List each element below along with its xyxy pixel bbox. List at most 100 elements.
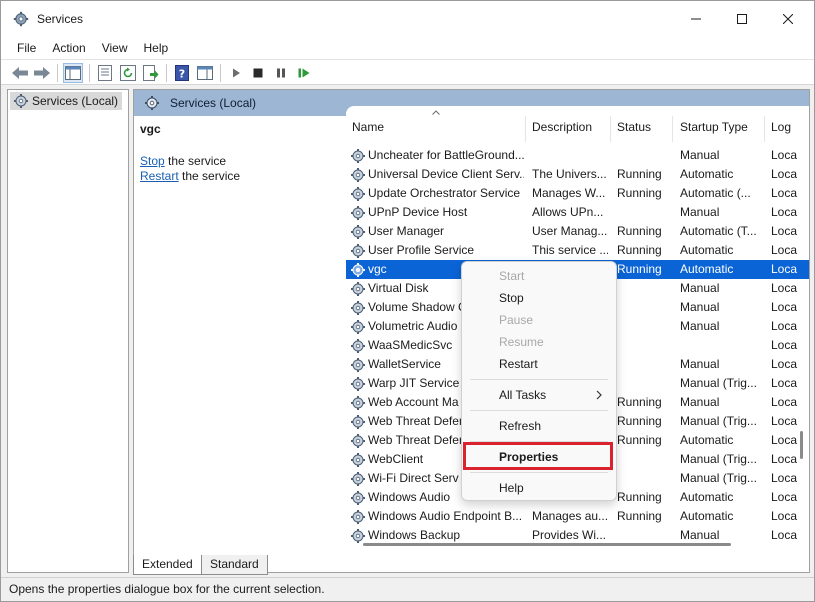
menu-action[interactable]: Action (44, 37, 93, 59)
column-header-log-on-as[interactable]: Log (771, 120, 791, 134)
table-row[interactable]: Update Orchestrator Service Manages W... R… (346, 184, 809, 203)
table-row[interactable]: Windows Audio Endpoint B... Manages au...… (346, 507, 809, 526)
forward-button[interactable] (32, 63, 52, 83)
restart-service-link[interactable]: Restart (140, 169, 179, 183)
column-header-name[interactable]: Name (352, 120, 384, 134)
tab-standard[interactable]: Standard (201, 555, 268, 575)
description-pane: vgc Stop the service Restart the service (134, 116, 346, 536)
minimize-button[interactable] (673, 1, 719, 37)
column-header-startup-type[interactable]: Startup Type (680, 120, 748, 134)
help-button[interactable]: ? (172, 63, 192, 83)
service-startup-type-cell: Automatic (680, 262, 734, 276)
table-row[interactable]: User Manager User Manag... Running Automati… (346, 222, 809, 241)
service-gear-icon (350, 376, 366, 392)
table-row[interactable]: Universal Device Client Serv... The Unive… (346, 165, 809, 184)
menu-file[interactable]: File (9, 37, 44, 59)
context-menu-refresh[interactable]: Refresh (462, 415, 616, 437)
service-name-cell: Universal Device Client Serv... (368, 167, 524, 181)
service-startup-type-cell: Manual (680, 319, 720, 333)
context-menu-restart[interactable]: Restart (462, 353, 616, 375)
start-service-button[interactable] (226, 63, 246, 83)
services-window: Services File Action View Help ? Service… (0, 0, 815, 602)
tree-item-services-local[interactable]: Services (Local) (10, 92, 123, 110)
service-log-on-cell: Loca (771, 395, 798, 409)
service-gear-icon (350, 357, 366, 373)
context-menu-help[interactable]: Help (462, 477, 616, 499)
vertical-scrollbar-thumb[interactable] (800, 431, 803, 459)
toolbar: ? (1, 59, 814, 85)
close-button[interactable] (765, 1, 811, 37)
tab-extended[interactable]: Extended (133, 555, 202, 575)
context-menu-pause[interactable]: Pause (462, 309, 616, 331)
show-hide-action-pane-button[interactable] (195, 63, 215, 83)
service-startup-type-cell: Manual (Trig... (680, 376, 757, 390)
service-status-cell: Running (617, 186, 662, 200)
context-menu-separator (470, 410, 608, 411)
view-tabs: Extended Standard (133, 555, 810, 575)
back-button[interactable] (10, 63, 30, 83)
table-row[interactable]: UPnP Device Host Allows UPn... Manual Loca (346, 203, 809, 222)
help-icon: ? (175, 65, 189, 81)
service-gear-icon (350, 452, 366, 468)
context-menu-resume[interactable]: Resume (462, 331, 616, 353)
service-startup-type-cell: Manual (680, 281, 720, 295)
submenu-chevron-icon (596, 390, 602, 400)
service-gear-icon (350, 205, 366, 221)
service-description-cell: User Manag... (532, 224, 608, 238)
stop-service-icon (253, 68, 263, 78)
show-hide-action-pane-icon (197, 66, 213, 80)
svg-text:?: ? (179, 68, 185, 81)
service-log-on-cell: Loca (771, 452, 798, 466)
restart-service-text: the service (178, 169, 241, 183)
all-tasks-label: All Tasks (499, 388, 547, 402)
pane-header-title: Services (Local) (170, 96, 257, 110)
show-console-tree-button[interactable] (63, 63, 83, 83)
service-log-on-cell: Loca (771, 433, 798, 447)
start-service-icon (233, 68, 240, 78)
status-bar: Opens the properties dialogue box for th… (1, 577, 814, 601)
stop-service-button[interactable] (248, 63, 268, 83)
export-list-button[interactable] (141, 63, 161, 83)
service-status-cell: Running (617, 262, 662, 276)
properties-highlight-box (463, 442, 613, 470)
services-gear-icon (145, 96, 159, 110)
back-arrow-icon (12, 67, 28, 79)
pause-service-button[interactable] (271, 63, 291, 83)
context-menu-start[interactable]: Start (462, 265, 616, 287)
tree-item-label: Services (Local) (32, 94, 119, 108)
stop-service-link[interactable]: Stop (140, 154, 165, 168)
menu-view[interactable]: View (94, 37, 136, 59)
console-tree-icon (65, 66, 81, 80)
properties-button[interactable] (95, 63, 115, 83)
restart-service-button[interactable] (294, 63, 314, 83)
table-row[interactable]: User Profile Service This service ... Runn… (346, 241, 809, 260)
horizontal-scrollbar-thumb[interactable] (363, 543, 731, 546)
menu-bar: File Action View Help (1, 37, 814, 59)
refresh-button[interactable] (118, 63, 138, 83)
service-gear-icon (350, 319, 366, 335)
service-log-on-cell: Loca (771, 205, 798, 219)
menu-help[interactable]: Help (136, 37, 177, 59)
services-app-icon (13, 11, 29, 27)
service-log-on-cell: Loca (771, 186, 798, 200)
context-menu-all-tasks[interactable]: All Tasks (462, 384, 616, 406)
column-header-status[interactable]: Status (617, 120, 651, 134)
context-menu-separator (470, 379, 608, 380)
maximize-button[interactable] (719, 1, 765, 37)
pause-service-icon (277, 68, 285, 78)
service-log-on-cell: Loca (771, 243, 798, 257)
table-row[interactable]: Uncheater for BattleGround... Manual Loca (346, 146, 809, 165)
service-description-cell: The Univers... (532, 167, 607, 181)
service-status-cell: Running (617, 395, 662, 409)
export-list-icon (143, 65, 159, 81)
service-gear-icon (350, 167, 366, 183)
context-menu-stop[interactable]: Stop (462, 287, 616, 309)
service-log-on-cell: Loca (771, 471, 798, 485)
service-log-on-cell: Loca (771, 281, 798, 295)
column-header-description[interactable]: Description (532, 120, 592, 134)
service-gear-icon (350, 186, 366, 202)
service-gear-icon (350, 395, 366, 411)
service-startup-type-cell: Manual (680, 205, 720, 219)
service-log-on-cell: Loca (771, 338, 798, 352)
service-log-on-cell: Loca (771, 528, 798, 542)
